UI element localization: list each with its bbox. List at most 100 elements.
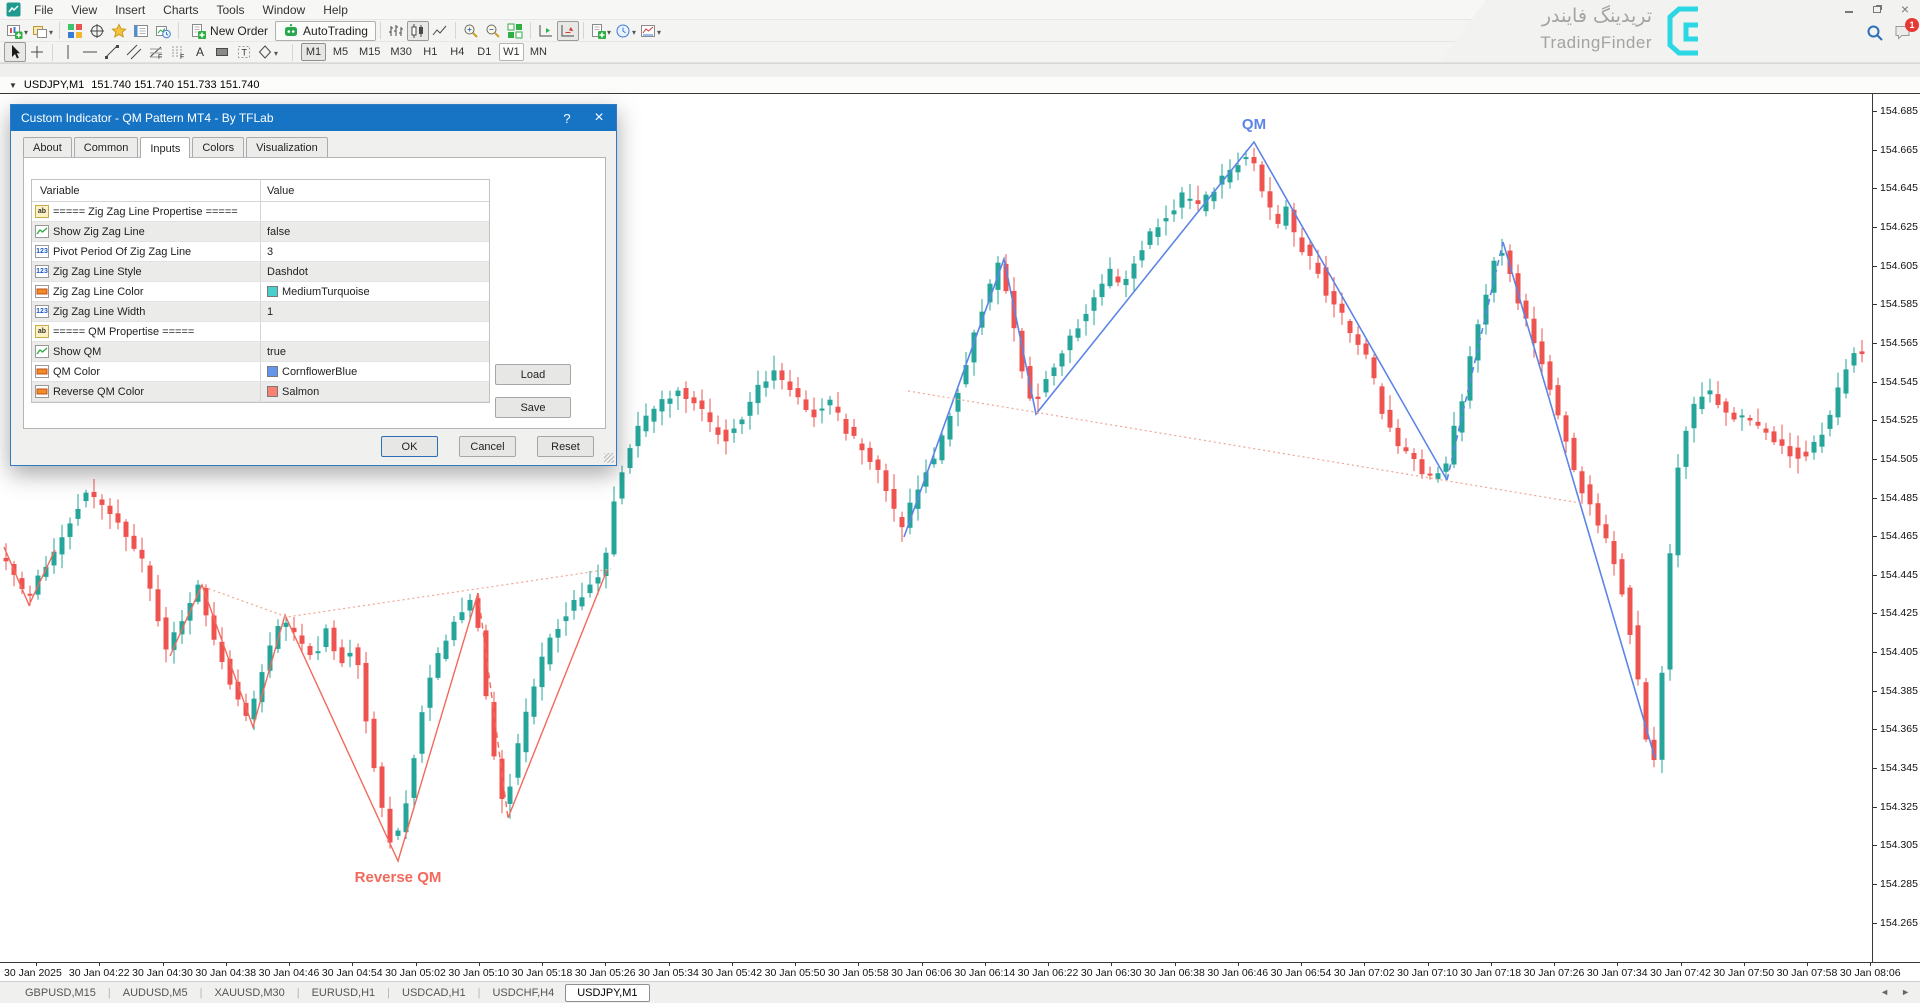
chart-tab-eurusd-h1[interactable]: EURUSD,H1 (301, 985, 387, 1001)
market-watch-button[interactable] (64, 21, 86, 41)
new-chart-button[interactable] (4, 21, 30, 41)
input-value-cell[interactable] (260, 322, 489, 341)
chart-dropdown-icon[interactable]: ▼ (9, 81, 17, 90)
time-axis[interactable]: 30 Jan 202530 Jan 04:2230 Jan 04:3030 Ja… (0, 962, 1920, 981)
fibonacci-button[interactable]: F (145, 42, 167, 62)
cursor-button[interactable] (4, 42, 26, 62)
minimize-button[interactable] (1838, 2, 1860, 16)
crosshair-button[interactable] (26, 42, 48, 62)
inputs-row-reverse-qm-color[interactable]: Reverse QM ColorSalmon (32, 382, 489, 402)
chart-tab-audusd-m5[interactable]: AUDUSD,M5 (112, 985, 199, 1001)
tile-windows-button[interactable] (504, 21, 526, 41)
channel-button[interactable] (123, 42, 145, 62)
input-value-cell[interactable]: Salmon (260, 382, 489, 401)
qm-label[interactable]: QM (1242, 116, 1266, 133)
reverse-qm-zigzag-line[interactable] (170, 585, 478, 861)
input-value-cell[interactable] (260, 202, 489, 221)
input-value-cell[interactable]: CornflowerBlue (260, 362, 489, 381)
chart-shift-button[interactable] (535, 21, 557, 41)
dialog-tab-colors[interactable]: Colors (192, 137, 244, 158)
terminal-button[interactable] (130, 21, 152, 41)
input-value-cell[interactable]: MediumTurquoise (260, 282, 489, 301)
new-order-button[interactable]: New Order (183, 21, 275, 41)
input-value-cell[interactable]: false (260, 222, 489, 241)
neckline-right-line[interactable] (908, 391, 1580, 503)
timeframe-w1[interactable]: W1 (499, 43, 524, 61)
input-value-cell[interactable]: true (260, 342, 489, 361)
inputs-row-zig-zag-line-style[interactable]: 123Zig Zag Line StyleDashdot (32, 262, 489, 282)
reverse-qm-dashed-line[interactable] (478, 593, 508, 818)
menu-item-view[interactable]: View (62, 2, 106, 18)
timeframe-m30[interactable]: M30 (386, 43, 415, 61)
chart-tab-xauusd-m30[interactable]: XAUUSD,M30 (203, 985, 295, 1001)
tab-scroll-right-icon[interactable]: ► (1901, 987, 1910, 997)
dialog-tab-common[interactable]: Common (74, 137, 139, 158)
timeframe-h1[interactable]: H1 (418, 43, 443, 61)
search-button[interactable] (1866, 24, 1884, 42)
bar-chart-mode-button[interactable] (385, 21, 407, 41)
qm-zigzag-end-line[interactable] (1503, 242, 1655, 758)
trendline-button[interactable] (101, 42, 123, 62)
menu-item-help[interactable]: Help (314, 2, 357, 18)
chart-tab-usdchf-h4[interactable]: USDCHF,H4 (481, 985, 565, 1001)
close-button[interactable] (1894, 2, 1916, 16)
rectangle-tool-button[interactable] (211, 42, 233, 62)
menu-item-insert[interactable]: Insert (106, 2, 154, 18)
notifications-button[interactable]: 1 (1894, 24, 1912, 40)
reverse-qm-label[interactable]: Reverse QM (355, 869, 442, 886)
ok-button[interactable]: OK (381, 436, 438, 457)
inputs-row-zig-zag-line-color[interactable]: Zig Zag Line ColorMediumTurquoise (32, 282, 489, 302)
text-tool-button[interactable]: A (189, 42, 211, 62)
data-window-button[interactable] (86, 21, 108, 41)
dialog-tab-inputs[interactable]: Inputs (140, 137, 190, 158)
inputs-row-zig-zag-line-propertise[interactable]: ab===== Zig Zag Line Propertise ===== (32, 202, 489, 222)
chart-tab-usdcad-h1[interactable]: USDCAD,H1 (391, 985, 477, 1001)
dialog-close-button[interactable]: × (584, 105, 614, 131)
input-value-cell[interactable]: 3 (260, 242, 489, 261)
cancel-button[interactable]: Cancel (459, 436, 516, 457)
price-axis[interactable]: 154.685154.665154.645154.625154.605154.5… (1872, 93, 1920, 962)
label-tool-button[interactable]: T (233, 42, 255, 62)
auto-scroll-button[interactable] (557, 21, 579, 41)
tab-scroll-left-icon[interactable]: ◄ (1880, 987, 1889, 997)
load-button[interactable]: Load (495, 364, 571, 385)
inputs-row-pivot-period-of-zig-zag-line[interactable]: 123Pivot Period Of Zig Zag Line3 (32, 242, 489, 262)
reset-button[interactable]: Reset (537, 436, 594, 457)
chart-tab-gbpusd-m15[interactable]: GBPUSD,M15 (14, 985, 107, 1001)
menu-item-window[interactable]: Window (254, 2, 315, 18)
timeframe-d1[interactable]: D1 (472, 43, 497, 61)
timeframe-h4[interactable]: H4 (445, 43, 470, 61)
navigator-button[interactable] (108, 21, 130, 41)
menu-item-charts[interactable]: Charts (154, 2, 207, 18)
zoom-in-button[interactable] (460, 21, 482, 41)
reverse-qm-end-line[interactable] (508, 570, 607, 818)
inputs-row-zig-zag-line-width[interactable]: 123Zig Zag Line Width1 (32, 302, 489, 322)
candlestick-mode-button[interactable] (407, 21, 429, 41)
neckline-left-line[interactable] (204, 569, 611, 617)
indicators-button[interactable] (588, 21, 613, 41)
inputs-row-qm-propertise[interactable]: ab===== QM Propertise ===== (32, 322, 489, 342)
dialog-tab-about[interactable]: About (23, 137, 72, 158)
timeframe-m5[interactable]: M5 (328, 43, 353, 61)
inputs-row-show-zig-zag-line[interactable]: Show Zig Zag Linefalse (32, 222, 489, 242)
save-button[interactable]: Save (495, 397, 571, 418)
dialog-tab-visualization[interactable]: Visualization (246, 137, 328, 158)
menu-item-tools[interactable]: Tools (208, 2, 254, 18)
arrows-tool-button[interactable] (255, 42, 280, 62)
timeframe-m1[interactable]: M1 (301, 43, 326, 61)
timeframe-m15[interactable]: M15 (355, 43, 384, 61)
chart-quote-bar[interactable]: ▼ USDJPY,M1 151.740 151.740 151.733 151.… (0, 77, 1920, 93)
input-value-cell[interactable]: Dashdot (260, 262, 489, 281)
autotrading-button[interactable]: AutoTrading (275, 21, 376, 41)
dialog-help-button[interactable]: ? (552, 105, 582, 131)
zoom-out-button[interactable] (482, 21, 504, 41)
input-value-cell[interactable]: 1 (260, 302, 489, 321)
strategy-tester-button[interactable] (152, 21, 174, 41)
timeframe-mn[interactable]: MN (526, 43, 551, 61)
menu-item-file[interactable]: File (25, 2, 62, 18)
resize-grip[interactable] (604, 453, 614, 463)
restore-button[interactable] (1866, 2, 1888, 16)
chart-tab-usdjpy-m1[interactable]: USDJPY,M1 (565, 984, 649, 1002)
periods-button[interactable] (613, 21, 638, 41)
dialog-title-bar[interactable]: Custom Indicator - QM Pattern MT4 - By T… (11, 105, 616, 131)
